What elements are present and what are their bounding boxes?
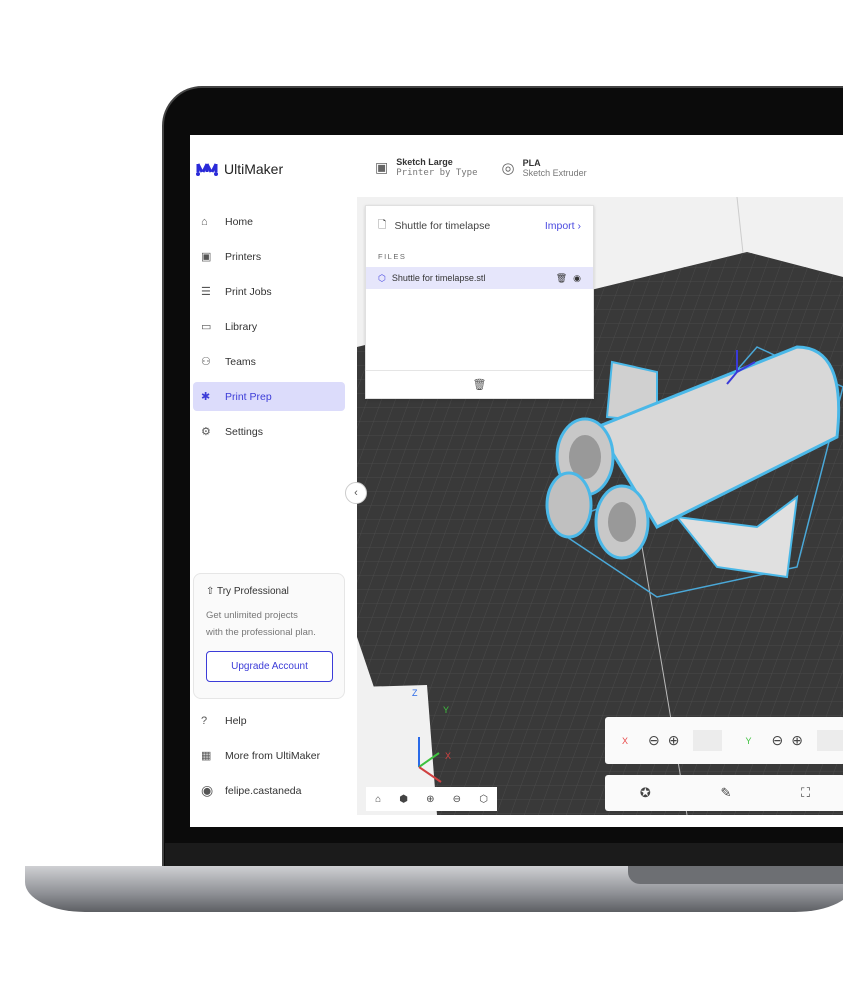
home-view-icon[interactable]: ⌂ [375, 794, 381, 805]
file-name: Shuttle for timelapse.stl [391, 273, 486, 283]
nav-label: Help [225, 714, 247, 727]
trash-icon[interactable]: 🗑 [556, 273, 567, 284]
printer-sub: Printer by Type [396, 168, 478, 178]
files-label: FILES [378, 252, 407, 261]
sidebar-item-more[interactable]: ▦ More from UltiMaker [193, 741, 345, 770]
promo-text: with the professional plan. [206, 627, 316, 638]
home-icon: ⌂ [201, 215, 208, 228]
nav-label: Print Jobs [225, 285, 272, 298]
sidebar-bottom: ? Help ▦ More from UltiMaker ◉ felipe.casta… [193, 706, 345, 811]
cube-icon: ⬡ [378, 272, 386, 283]
laptop-notch [628, 866, 843, 884]
nav-label: Print Prep [225, 390, 272, 403]
user-account[interactable]: ◉ felipe.castaneda [193, 776, 345, 805]
nav-label: Teams [225, 355, 256, 368]
zoom-in-icon[interactable]: ⊕ [426, 794, 434, 805]
project-name: Shuttle for timelapse [394, 220, 491, 232]
zoom-out-icon[interactable]: ⊖ [453, 794, 461, 805]
app-screen: UltiMaker ⌂ Home ▣ Printers ☰ Print Jobs ▭ L… [190, 135, 843, 827]
x-plus-button[interactable]: ⊕ [668, 732, 680, 749]
sidebar-item-teams[interactable]: ⚇ Teams [193, 347, 345, 376]
gear-icon: ⚙ [201, 426, 211, 438]
eye-icon[interactable]: ◉ [573, 273, 581, 284]
trash-all-icon[interactable]: 🗑 [473, 378, 487, 391]
logo: UltiMaker [196, 161, 283, 177]
focus-frame-icon[interactable]: ⛶ [801, 785, 810, 801]
print-jobs-icon: ☰ [201, 286, 211, 298]
tool-controls: ✪ ✎ ⛶ [605, 775, 843, 811]
material-selector[interactable]: ◎ PLA Sketch Extruder [502, 157, 587, 178]
upgrade-account-button[interactable]: Upgrade Account [206, 651, 333, 682]
file-row[interactable]: ⬡ Shuttle for timelapse.stl 🗑 ◉ [366, 267, 593, 289]
y-plus-button[interactable]: ⊕ [791, 732, 803, 749]
printer-selector[interactable]: ▣ Sketch Large Printer by Type [375, 157, 478, 178]
user-icon: ◉ [201, 782, 214, 798]
material-sub: Sketch Extruder [522, 167, 587, 178]
collapse-sidebar-button[interactable]: ‹ [345, 482, 367, 504]
sidebar-item-printers[interactable]: ▣ Printers [193, 242, 345, 271]
sidebar-item-library[interactable]: ▭ Library [193, 312, 345, 341]
library-icon: ▭ [201, 321, 212, 333]
spool-icon: ◎ [501, 159, 515, 177]
sidebar-item-help[interactable]: ? Help [193, 706, 345, 735]
upgrade-icon: ⇧ [206, 586, 217, 597]
x-label: X [622, 735, 629, 746]
files-panel: 🗋 Shuttle for timelapse Import › FILES ⬡ Sh… [365, 205, 594, 399]
promo-text: Get unlimited projects [206, 610, 298, 621]
y-minus-button[interactable]: ⊖ [772, 732, 784, 749]
import-button[interactable]: Import › [545, 220, 581, 232]
print-prep-icon: ✱ [201, 391, 211, 403]
file-icon: 🗋 [378, 219, 387, 231]
topbar: ▣ Sketch Large Printer by Type ◎ PLA Sketch … [375, 157, 587, 178]
printer-name: Sketch Large [396, 157, 453, 167]
y-input[interactable] [816, 730, 843, 751]
axis-z-label: Z [412, 688, 418, 698]
axis-y-label: Y [443, 705, 450, 715]
pin-star-icon[interactable]: ✪ [640, 785, 651, 801]
nav-label: felipe.castaneda [225, 784, 302, 797]
sidebar-item-settings[interactable]: ⚙ Settings [193, 417, 345, 446]
nav-label: Printers [225, 250, 262, 263]
nav-label: Home [225, 215, 254, 228]
magic-wand-icon[interactable]: ✎ [720, 785, 731, 801]
cube-view-icon[interactable]: ⬢ [399, 794, 408, 805]
position-controls: X ⊖ ⊕ Y ⊖ ⊕ [605, 717, 843, 764]
x-input[interactable] [693, 730, 722, 751]
view-toolbar: ⌂ ⬢ ⊕ ⊖ ⬡ [366, 787, 497, 811]
ultimaker-logo-icon [196, 163, 218, 176]
sidebar-item-home[interactable]: ⌂ Home [193, 207, 345, 236]
printer-icon: ▣ [375, 159, 389, 175]
printer-icon: ▣ [201, 251, 212, 263]
perspective-icon[interactable]: ⬡ [479, 794, 488, 805]
nav-label: More from UltiMaker [225, 749, 321, 762]
sidebar-item-print-jobs[interactable]: ☰ Print Jobs [193, 277, 345, 306]
promo-card: ⇧ Try Professional Get unlimited project… [193, 573, 345, 699]
sidebar-nav: ⌂ Home ▣ Printers ☰ Print Jobs ▭ Library ⚇ Te… [193, 207, 345, 452]
brand-name: UltiMaker [224, 161, 284, 177]
y-label: Y [745, 735, 752, 746]
sidebar-item-print-prep[interactable]: ✱ Print Prep [193, 382, 345, 411]
axis-x-label: X [445, 751, 452, 761]
x-minus-button[interactable]: ⊖ [648, 732, 660, 749]
help-icon: ? [201, 714, 208, 727]
nav-label: Settings [225, 425, 263, 438]
teams-icon: ⚇ [201, 356, 211, 368]
nav-label: Library [225, 320, 258, 333]
material-name: PLA [522, 157, 541, 168]
promo-title: Try Professional [216, 586, 289, 597]
grid-icon: ▦ [201, 750, 212, 762]
